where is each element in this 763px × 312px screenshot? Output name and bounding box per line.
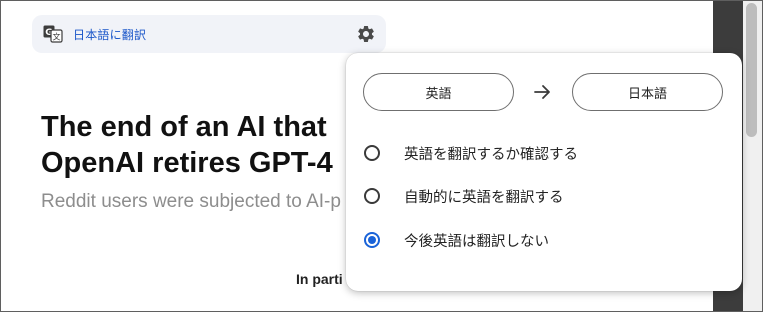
scrollbar-thumb[interactable] bbox=[746, 3, 757, 137]
radio-ask-translate[interactable] bbox=[364, 145, 380, 161]
translate-to-japanese-link[interactable]: 日本語に翻訳 bbox=[73, 26, 146, 43]
browser-viewport: G 文 日本語に翻訳 The end of an AI that OpenAI … bbox=[0, 0, 763, 312]
translate-options-popup: 英語 日本語 英語を翻訳するか確認する 自動的に英語を翻訳する 今後英語は翻訳し… bbox=[346, 53, 742, 291]
option-label: 英語を翻訳するか確認する bbox=[404, 146, 578, 163]
svg-text:文: 文 bbox=[53, 32, 61, 42]
translate-icon[interactable]: G 文 bbox=[43, 25, 63, 43]
arrow-right-icon bbox=[534, 84, 552, 100]
headline-line-2: OpenAI retires GPT-4 bbox=[41, 147, 333, 179]
article-headline: The end of an AI that OpenAI retires GPT… bbox=[41, 109, 333, 181]
option-label: 自動的に英語を翻訳する bbox=[404, 189, 564, 206]
article-subhead: Reddit users were subjected to AI-p bbox=[41, 191, 341, 212]
option-auto-translate[interactable]: 自動的に英語を翻訳する bbox=[364, 185, 564, 207]
option-label: 今後英語は翻訳しない bbox=[404, 233, 549, 250]
target-language-button[interactable]: 日本語 bbox=[572, 73, 723, 111]
gear-icon[interactable] bbox=[356, 24, 376, 44]
radio-auto-translate[interactable] bbox=[364, 188, 380, 204]
article-body-text: In parti bbox=[296, 271, 343, 287]
option-ask-translate[interactable]: 英語を翻訳するか確認する bbox=[364, 142, 578, 164]
scrollbar[interactable] bbox=[743, 1, 762, 311]
radio-never-translate[interactable] bbox=[364, 232, 380, 248]
source-language-button[interactable]: 英語 bbox=[363, 73, 514, 111]
option-never-translate[interactable]: 今後英語は翻訳しない bbox=[364, 229, 549, 251]
translate-bar: G 文 日本語に翻訳 bbox=[32, 15, 386, 53]
headline-line-1: The end of an AI that bbox=[41, 111, 327, 143]
